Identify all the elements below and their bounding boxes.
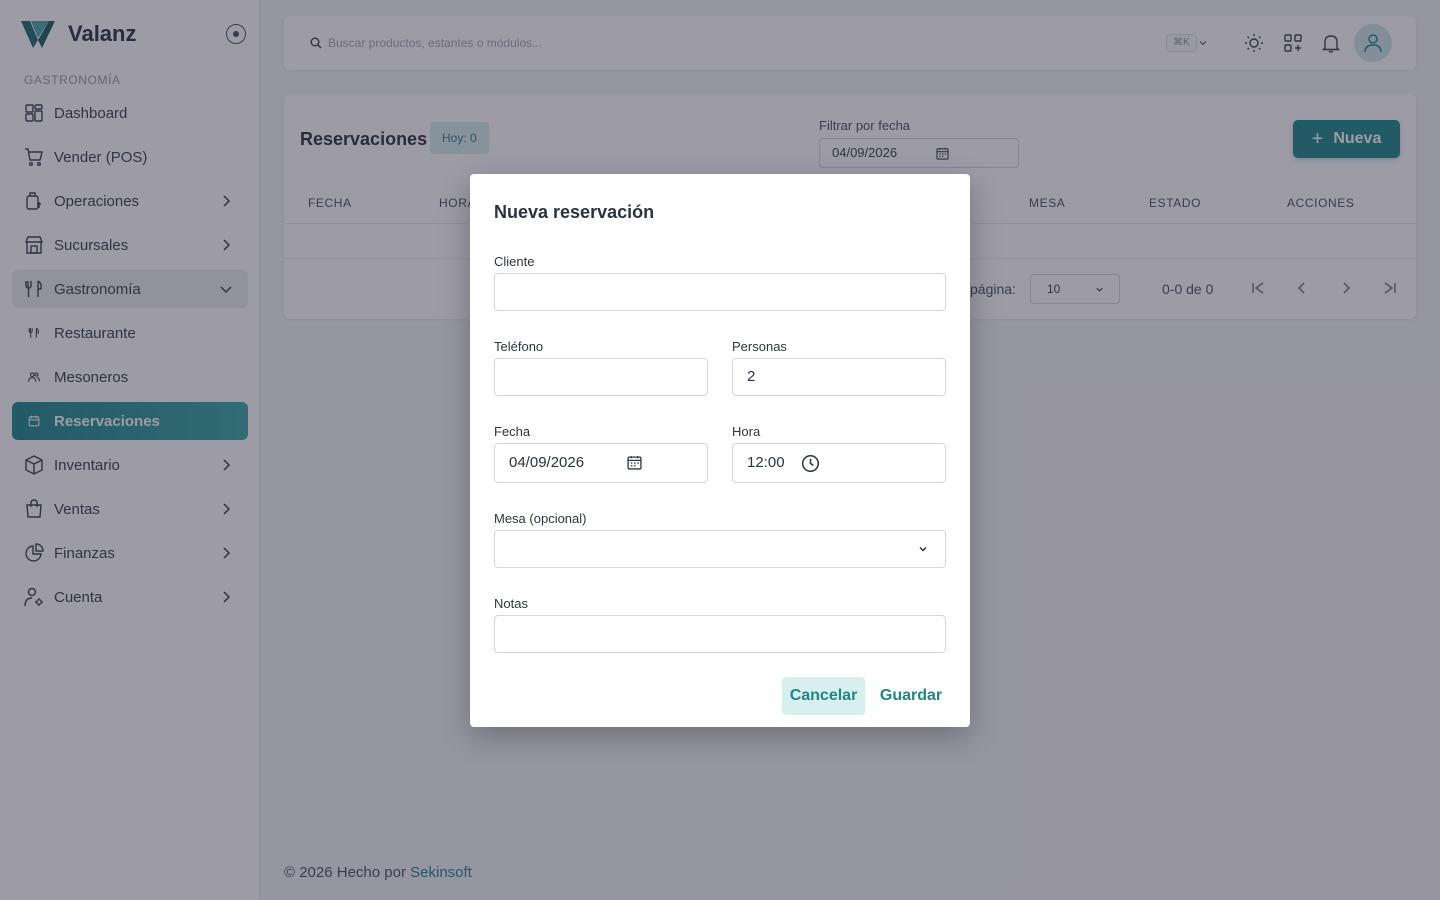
personas-field[interactable]: 2 xyxy=(732,358,946,396)
save-button[interactable]: Guardar xyxy=(876,677,946,715)
telefono-label: Teléfono xyxy=(494,339,544,354)
hora-label: Hora xyxy=(732,424,761,439)
cliente-label: Cliente xyxy=(494,254,535,269)
personas-label: Personas xyxy=(732,339,787,354)
hora-value: 12:00 xyxy=(747,454,785,471)
mesa-label: Mesa (opcional) xyxy=(494,511,587,526)
new-reservation-dialog: Nueva reservación Cliente Teléfono Perso… xyxy=(470,174,970,727)
fecha-label: Fecha xyxy=(494,424,531,439)
notas-field[interactable] xyxy=(494,615,946,653)
cancel-button[interactable]: Cancelar xyxy=(782,677,865,715)
fecha-field[interactable]: 04/09/2026 xyxy=(494,443,708,483)
dialog-title: Nueva reservación xyxy=(494,202,655,222)
mesa-select[interactable] xyxy=(494,530,946,568)
personas-value: 2 xyxy=(747,368,756,385)
telefono-field[interactable] xyxy=(494,358,708,396)
fecha-value: 04/09/2026 xyxy=(509,454,585,471)
hora-field[interactable]: 12:00 xyxy=(732,443,946,483)
cliente-field[interactable] xyxy=(494,273,946,311)
calendar-icon[interactable] xyxy=(627,455,642,470)
chevron-down-icon xyxy=(919,546,927,552)
clock-icon[interactable] xyxy=(801,454,820,473)
notas-label: Notas xyxy=(494,596,528,611)
